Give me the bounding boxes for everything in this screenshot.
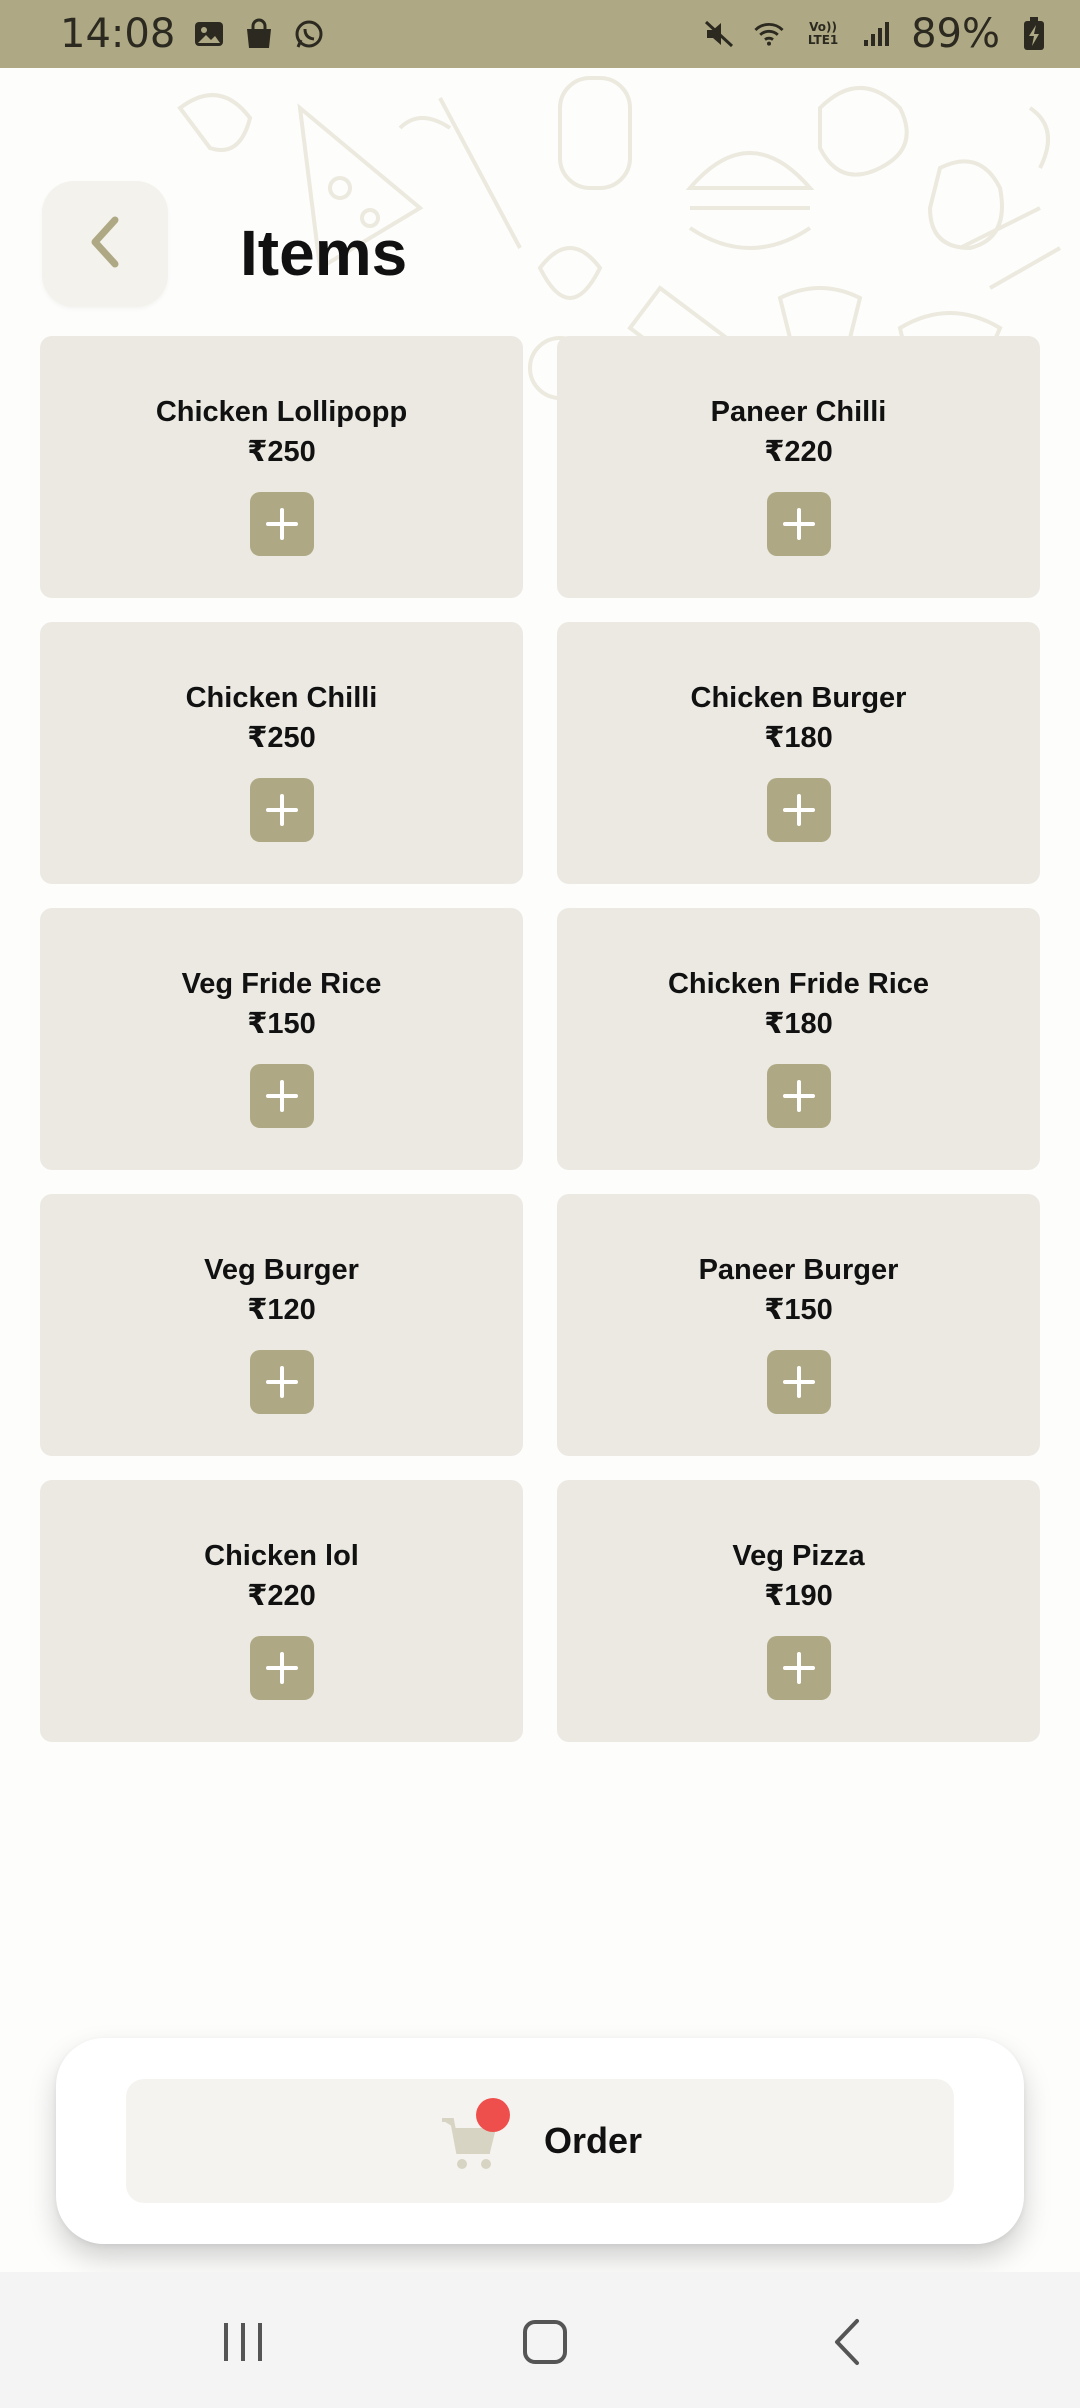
add-item-button[interactable]	[249, 492, 314, 556]
item-price: ₹150	[764, 1294, 833, 1326]
item-price: ₹190	[764, 1580, 833, 1612]
item-price: ₹250	[247, 436, 316, 468]
item-name: Chicken Fride Rice	[667, 968, 930, 1000]
add-item-button[interactable]	[249, 1350, 314, 1414]
item-name: Chicken lol	[204, 1540, 359, 1572]
page-title: Items	[240, 217, 408, 289]
item-price: ₹150	[247, 1008, 316, 1040]
volte-text: Vo)) LTE1	[807, 20, 839, 47]
status-time: 14:08	[60, 11, 176, 57]
order-panel: Order	[56, 2038, 1024, 2244]
whatsapp-icon	[293, 18, 325, 50]
order-button[interactable]: Order	[126, 2079, 954, 2203]
plus-icon	[782, 1080, 815, 1112]
signal-icon	[861, 18, 893, 50]
item-price: ₹120	[247, 1294, 316, 1326]
item-card: Chicken Burger ₹180	[557, 622, 1040, 884]
add-item-button[interactable]	[766, 1064, 831, 1128]
plus-icon	[782, 1366, 815, 1398]
shopping-bag-icon	[243, 18, 275, 50]
add-item-button[interactable]	[249, 1064, 314, 1128]
back-button[interactable]	[42, 181, 168, 307]
add-item-button[interactable]	[249, 778, 314, 842]
cart-icon-wrap	[438, 2098, 510, 2174]
gallery-icon	[193, 18, 225, 50]
plus-icon	[265, 1080, 298, 1112]
item-card: Chicken Chilli ₹250	[40, 622, 523, 884]
item-name: Veg Pizza	[732, 1540, 865, 1572]
status-right: Vo)) LTE1 89%	[703, 11, 1050, 57]
home-icon	[523, 2320, 567, 2364]
item-name: Chicken Lollipopp	[155, 396, 408, 428]
status-left: 14:08	[60, 11, 325, 57]
item-card: Veg Burger ₹120	[40, 1194, 523, 1456]
item-card: Chicken Lollipopp ₹250	[40, 336, 523, 598]
add-item-button[interactable]	[766, 1350, 831, 1414]
add-item-button[interactable]	[766, 1636, 831, 1700]
item-name: Veg Burger	[204, 1254, 359, 1286]
add-item-button[interactable]	[766, 778, 831, 842]
item-price: ₹180	[764, 1008, 833, 1040]
nav-back-button[interactable]	[818, 2312, 878, 2372]
item-price: ₹250	[247, 722, 316, 754]
item-card: Veg Fride Rice ₹150	[40, 908, 523, 1170]
volte-icon: Vo)) LTE1	[803, 18, 843, 50]
plus-icon	[782, 794, 815, 826]
plus-icon	[265, 1366, 298, 1398]
navigation-bar	[0, 2272, 1080, 2408]
recents-icon	[224, 2323, 262, 2361]
plus-icon	[782, 508, 815, 540]
item-name: Veg Fride Rice	[181, 968, 382, 1000]
item-price: ₹180	[764, 722, 833, 754]
plus-icon	[265, 508, 298, 540]
home-button[interactable]	[515, 2312, 575, 2372]
item-card: Paneer Chilli ₹220	[557, 336, 1040, 598]
recents-button[interactable]	[213, 2312, 273, 2372]
item-name: Chicken Burger	[690, 682, 907, 714]
add-item-button[interactable]	[249, 1636, 314, 1700]
items-grid: Chicken Lollipopp ₹250 Paneer Chilli ₹22…	[40, 336, 1040, 1742]
item-card: Chicken lol ₹220	[40, 1480, 523, 1742]
plus-icon	[782, 1652, 815, 1684]
item-card: Paneer Burger ₹150	[557, 1194, 1040, 1456]
item-price: ₹220	[764, 436, 833, 468]
order-label: Order	[543, 2120, 643, 2161]
plus-icon	[265, 794, 298, 826]
item-name: Chicken Chilli	[185, 682, 378, 714]
item-name: Paneer Burger	[698, 1254, 899, 1286]
wifi-icon	[753, 18, 785, 50]
plus-icon	[265, 1652, 298, 1684]
item-name: Paneer Chilli	[710, 396, 887, 428]
add-item-button[interactable]	[766, 492, 831, 556]
mute-icon	[703, 18, 735, 50]
back-icon	[835, 2319, 859, 2365]
battery-charging-icon	[1018, 17, 1050, 50]
cart-badge	[475, 2098, 510, 2132]
battery-percent: 89%	[911, 11, 1000, 57]
item-card: Chicken Fride Rice ₹180	[557, 908, 1040, 1170]
item-price: ₹220	[247, 1580, 316, 1612]
item-card: Veg Pizza ₹190	[557, 1480, 1040, 1742]
chevron-left-icon	[85, 214, 125, 275]
status-bar: 14:08 Vo)) LTE1 89%	[0, 0, 1080, 68]
